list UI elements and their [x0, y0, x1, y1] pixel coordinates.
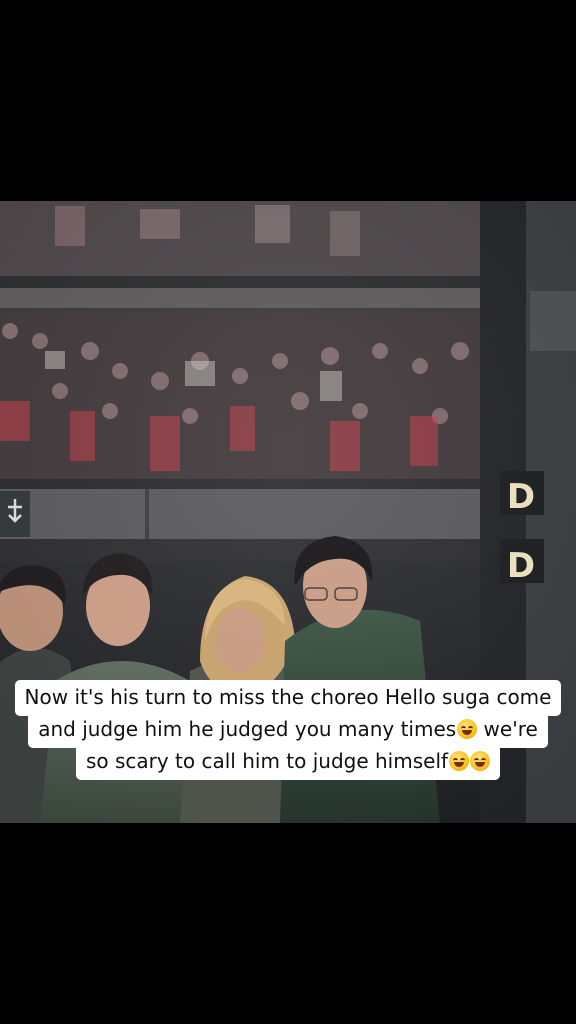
- caption-text-2b: we're: [483, 717, 538, 741]
- caption-line-3: so scary to call him to judge himself: [75, 744, 501, 780]
- rolling-on-floor-laughing-icon: [449, 751, 470, 771]
- caption-text-1: Now it's his turn to miss the choreo Hel…: [24, 685, 552, 709]
- tiktok-video-screen: D D: [0, 0, 576, 1024]
- caption-line-2: and judge him he judged you many times w…: [28, 712, 548, 748]
- caption-text-2: and judge him he judged you many times: [38, 717, 457, 741]
- caption-line-1: Now it's his turn to miss the choreo Hel…: [14, 680, 562, 716]
- caption-text-3: so scary to call him to judge himself: [85, 749, 449, 773]
- rolling-on-floor-laughing-icon: [457, 719, 478, 739]
- face-with-hand-over-mouth-icon: [470, 751, 491, 771]
- caption-overlay: Now it's his turn to miss the choreo Hel…: [0, 680, 576, 780]
